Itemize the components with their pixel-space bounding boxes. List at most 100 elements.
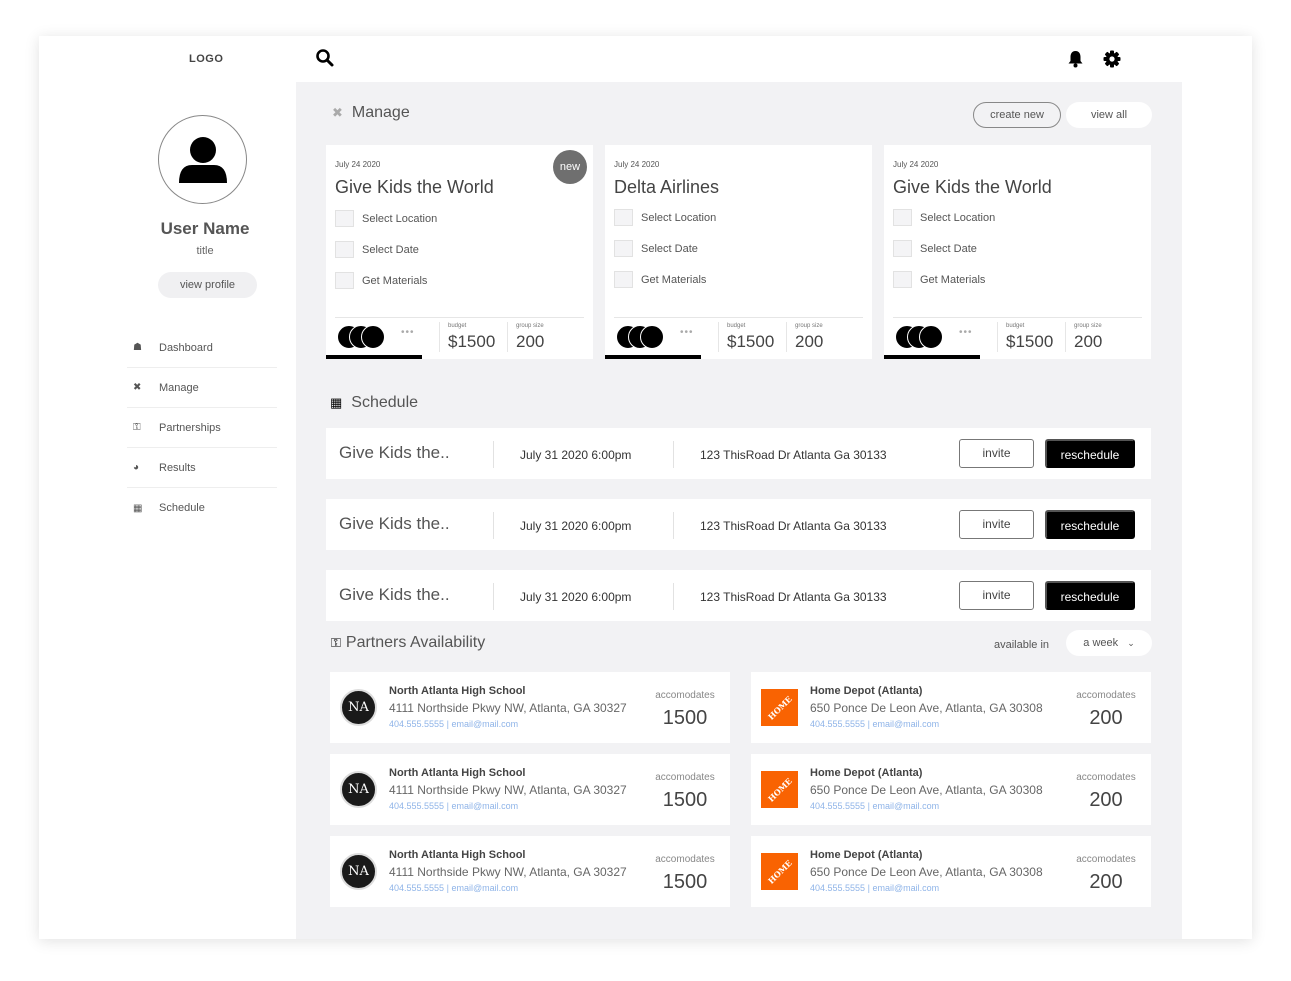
- checkbox[interactable]: [614, 271, 633, 288]
- view-all-button[interactable]: view all: [1066, 102, 1152, 128]
- accommodates-label: accomodates: [1076, 854, 1136, 865]
- availability-range-select[interactable]: a week ⌄: [1066, 630, 1152, 656]
- sidebar-item-label: Schedule: [159, 502, 205, 514]
- partner-address: 650 Ponce De Leon Ave, Atlanta, GA 30308: [810, 701, 1043, 715]
- project-card[interactable]: July 24 2020 Give Kids the World Select …: [884, 145, 1151, 359]
- member-avatars[interactable]: [337, 325, 401, 349]
- event-datetime: July 31 2020 6:00pm: [520, 448, 632, 462]
- partner-phone[interactable]: 404.555.5555: [810, 719, 865, 729]
- task-get-materials[interactable]: Get Materials: [335, 272, 427, 289]
- schedule-row[interactable]: Give Kids the.. July 31 2020 6:00pm 123 …: [326, 570, 1151, 621]
- partner-card[interactable]: HOME Home Depot (Atlanta) 650 Ponce De L…: [751, 672, 1151, 743]
- school-logo: NA: [340, 771, 377, 808]
- home-depot-logo: HOME: [761, 853, 798, 890]
- event-title: Give Kids the..: [339, 514, 450, 533]
- card-date: July 24 2020: [893, 160, 939, 169]
- svg-text:HOME: HOME: [766, 694, 794, 722]
- partner-phone[interactable]: 404.555.5555: [810, 883, 865, 893]
- divider: [493, 583, 494, 610]
- more-members-icon[interactable]: •••: [401, 327, 415, 338]
- logo: LOGO: [189, 53, 224, 65]
- reschedule-button[interactable]: reschedule: [1045, 581, 1135, 610]
- partner-contact: 404.555.5555 | email@mail.com: [810, 883, 940, 893]
- partner-card[interactable]: NA North Atlanta High School 4111 Norths…: [330, 754, 730, 825]
- event-address: 123 ThisRoad Dr Atlanta Ga 30133: [700, 448, 887, 462]
- partner-phone[interactable]: 404.555.5555: [389, 719, 444, 729]
- schedule-row[interactable]: Give Kids the.. July 31 2020 6:00pm 123 …: [326, 428, 1151, 479]
- partner-email[interactable]: email@mail.com: [872, 719, 939, 729]
- partner-phone[interactable]: 404.555.5555: [810, 801, 865, 811]
- svg-text:HOME: HOME: [766, 776, 794, 804]
- project-card[interactable]: July 24 2020 Delta Airlines Select Locat…: [605, 145, 872, 359]
- partner-phone[interactable]: 404.555.5555: [389, 801, 444, 811]
- sidebar-item-results[interactable]: ◕ Results: [127, 448, 277, 488]
- accommodates-value: 1500: [662, 871, 708, 893]
- card-title: Give Kids the World: [893, 177, 1052, 197]
- checkbox[interactable]: [893, 240, 912, 257]
- budget-value: $1500: [448, 332, 496, 351]
- tools-icon: ✖: [133, 382, 142, 393]
- partner-email[interactable]: email@mail.com: [872, 883, 939, 893]
- sidebar-item-schedule[interactable]: ▦ Schedule: [127, 488, 277, 528]
- task-get-materials[interactable]: Get Materials: [893, 271, 985, 288]
- task-select-date[interactable]: Select Date: [614, 240, 698, 257]
- create-new-button[interactable]: create new: [973, 102, 1061, 128]
- bell-icon[interactable]: [1067, 50, 1084, 68]
- task-select-date[interactable]: Select Date: [893, 240, 977, 257]
- avatar[interactable]: [158, 115, 247, 204]
- checkbox[interactable]: [614, 209, 633, 226]
- search-icon[interactable]: [315, 48, 335, 68]
- checkbox[interactable]: [893, 271, 912, 288]
- partner-email[interactable]: email@mail.com: [451, 801, 518, 811]
- sidebar-item-partnerships[interactable]: ⚿ Partnerships: [127, 408, 277, 448]
- invite-button[interactable]: invite: [959, 581, 1034, 610]
- partner-phone[interactable]: 404.555.5555: [389, 883, 444, 893]
- divider: [493, 441, 494, 468]
- partner-card[interactable]: NA North Atlanta High School 4111 Norths…: [330, 672, 730, 743]
- divider: [507, 322, 508, 352]
- checkbox[interactable]: [335, 210, 354, 227]
- partner-card[interactable]: HOME Home Depot (Atlanta) 650 Ponce De L…: [751, 754, 1151, 825]
- partner-email[interactable]: email@mail.com: [872, 801, 939, 811]
- reschedule-button[interactable]: reschedule: [1045, 510, 1135, 539]
- partner-email[interactable]: email@mail.com: [451, 719, 518, 729]
- partner-card[interactable]: HOME Home Depot (Atlanta) 650 Ponce De L…: [751, 836, 1151, 907]
- reschedule-button[interactable]: reschedule: [1045, 439, 1135, 468]
- sidebar-item-dashboard[interactable]: ☗ Dashboard: [127, 328, 277, 368]
- card-footer: ••• budget $1500 group size 200: [335, 317, 584, 353]
- member-avatars[interactable]: [895, 325, 959, 349]
- invite-button[interactable]: invite: [959, 439, 1034, 468]
- checkbox[interactable]: [335, 272, 354, 289]
- partner-email[interactable]: email@mail.com: [451, 883, 518, 893]
- more-members-icon[interactable]: •••: [680, 327, 694, 338]
- event-address: 123 ThisRoad Dr Atlanta Ga 30133: [700, 519, 887, 533]
- task-select-location[interactable]: Select Location: [614, 209, 716, 226]
- checkbox[interactable]: [614, 240, 633, 257]
- sidebar-item-manage[interactable]: ✖ Manage: [127, 368, 277, 408]
- task-select-location[interactable]: Select Location: [893, 209, 995, 226]
- event-title: Give Kids the..: [339, 585, 450, 604]
- app-window: LOGO User Name title view profile ☗ Dash…: [39, 36, 1252, 939]
- member-avatars[interactable]: [616, 325, 680, 349]
- task-get-materials[interactable]: Get Materials: [614, 271, 706, 288]
- gear-icon[interactable]: [1103, 50, 1121, 68]
- checkbox[interactable]: [335, 241, 354, 258]
- task-select-location[interactable]: Select Location: [335, 210, 437, 227]
- group-size-value: 200: [1074, 332, 1103, 351]
- divider: [718, 322, 719, 352]
- checkbox[interactable]: [893, 209, 912, 226]
- invite-button[interactable]: invite: [959, 510, 1034, 539]
- project-card[interactable]: July 24 2020 Give Kids the World new Sel…: [326, 145, 593, 359]
- sidebar-item-label: Partnerships: [159, 421, 221, 434]
- manage-section-title: ✖ Manage: [332, 104, 410, 121]
- more-members-icon[interactable]: •••: [959, 327, 973, 338]
- sidebar-item-label: Results: [159, 461, 196, 474]
- task-select-date[interactable]: Select Date: [335, 241, 419, 258]
- sidebar-nav: ☗ Dashboard ✖ Manage ⚿ Partnerships ◕ Re…: [127, 328, 277, 528]
- partner-address: 650 Ponce De Leon Ave, Atlanta, GA 30308: [810, 783, 1043, 797]
- progress-bar: [884, 355, 981, 359]
- view-profile-button[interactable]: view profile: [158, 272, 257, 298]
- schedule-row[interactable]: Give Kids the.. July 31 2020 6:00pm 123 …: [326, 499, 1151, 550]
- accommodates-value: 200: [1089, 707, 1123, 729]
- partner-card[interactable]: NA North Atlanta High School 4111 Norths…: [330, 836, 730, 907]
